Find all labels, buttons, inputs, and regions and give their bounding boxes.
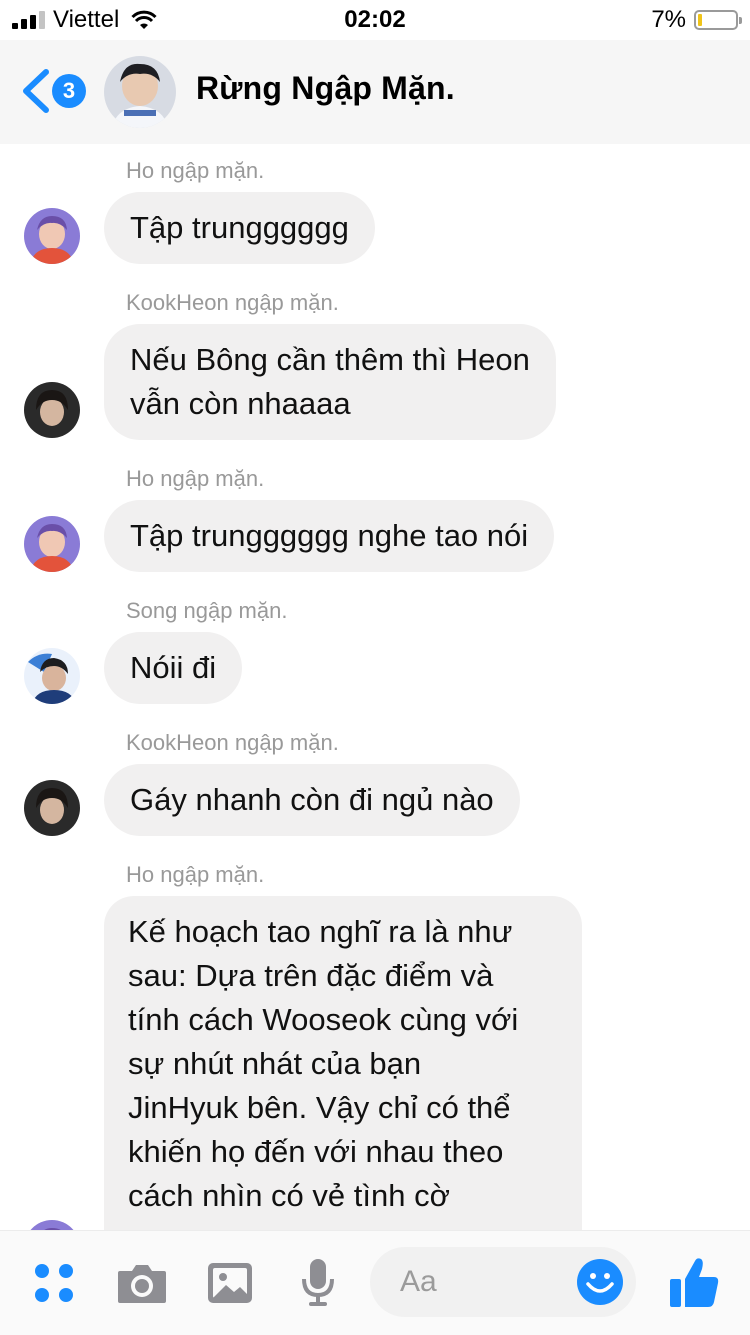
unread-count-badge: 3 (52, 74, 86, 108)
message-bubble[interactable]: Kế hoạch tao nghĩ ra là như sau: Dựa trê… (104, 896, 582, 1230)
message-text: Tập trungggggg nghe tao nói (130, 518, 529, 553)
avatar[interactable] (24, 780, 80, 836)
message-text-line: sau: Dựa trên đặc điểm và (128, 958, 494, 993)
message-text-line: sự nhút nhát của bạn (128, 1046, 422, 1081)
battery-percent: 7% (651, 6, 686, 33)
message-text-line: tính cách Wooseok cùng với (128, 1002, 519, 1037)
chevron-left-icon (23, 69, 49, 113)
sender-name: Ho ngập mặn. (126, 158, 265, 183)
message-thread[interactable]: Ho ngập mặn. Tập trungggggg KookHeon ngậ… (0, 144, 750, 1230)
camera-icon[interactable] (116, 1261, 168, 1305)
sender-name: Ho ngập mặn. (126, 862, 265, 887)
microphone-icon[interactable] (300, 1257, 336, 1309)
image-icon[interactable] (206, 1261, 254, 1305)
message-text-line: JinHyuk bên. Vậy chỉ có thể (128, 1090, 511, 1125)
conversation-header: 3 Rừng Ngập Mặn. (0, 40, 750, 144)
message-text: Nóii đi (130, 650, 217, 685)
message-text-line: cách nhìn có vẻ tình cờ (128, 1178, 450, 1213)
group-avatar[interactable] (104, 56, 176, 128)
message-text-line: Nếu Bông cần thêm thì Heon (130, 342, 530, 377)
message-bubble[interactable]: Tập trungggggg nghe tao nói (104, 500, 555, 572)
sender-name: KookHeon ngập mặn. (126, 290, 339, 315)
avatar[interactable] (24, 208, 80, 264)
battery-icon (694, 10, 742, 30)
sender-name: Ho ngập mặn. (126, 466, 265, 491)
avatar[interactable] (24, 1220, 80, 1230)
battery-status: 7% (651, 6, 742, 34)
thumbs-up-icon[interactable] (668, 1255, 720, 1309)
message-text-line: khiến họ đến với nhau theo (128, 1134, 504, 1169)
avatar[interactable] (24, 516, 80, 572)
conversation-title[interactable]: Rừng Ngập Mặn. (196, 70, 455, 107)
message-bubble[interactable]: Nóii đi (104, 632, 243, 704)
message-bubble[interactable]: Tập trungggggg (104, 192, 375, 264)
message-text-line: vẫn còn nhaaaa (130, 386, 351, 421)
message-bubble[interactable]: Nếu Bông cần thêm thì Heon vẫn còn nhaaa… (104, 324, 556, 440)
emoji-icon[interactable] (576, 1258, 624, 1306)
message-text: Tập trungggggg (130, 210, 349, 245)
back-button[interactable]: 3 (18, 68, 86, 114)
menu-dots-icon[interactable] (32, 1261, 76, 1305)
avatar[interactable] (24, 648, 80, 704)
sender-name: KookHeon ngập mặn. (126, 730, 339, 755)
group-photo (104, 56, 176, 128)
message-text: Gáy nhanh còn đi ngủ nào (130, 782, 494, 817)
message-bubble[interactable]: Gáy nhanh còn đi ngủ nào (104, 764, 520, 836)
sender-name: Song ngập mặn. (126, 598, 288, 623)
clock: 02:02 (344, 6, 406, 33)
status-bar: Viettel 02:02 7% (0, 0, 750, 40)
avatar[interactable] (24, 382, 80, 438)
composer-bar: Aa (0, 1230, 750, 1335)
message-input-placeholder: Aa (400, 1265, 437, 1298)
message-input[interactable]: Aa (370, 1247, 636, 1317)
message-text-line: Kế hoạch tao nghĩ ra là như (128, 914, 513, 949)
